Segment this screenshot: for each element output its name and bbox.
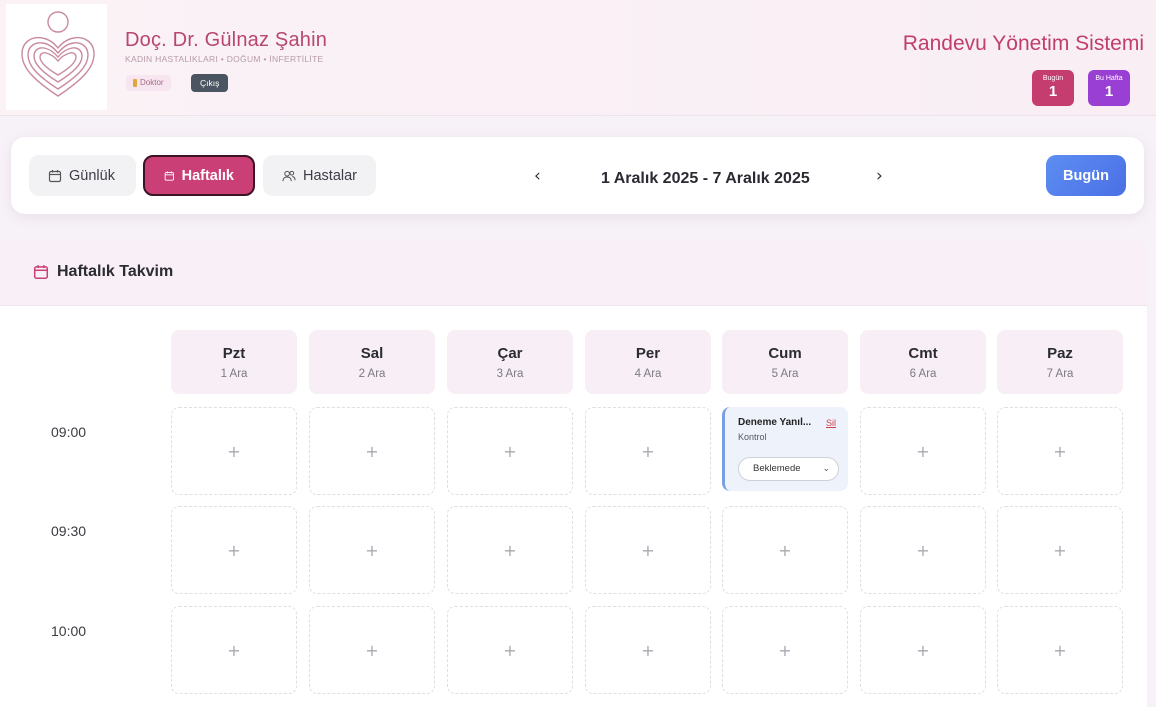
day-date: 2 Ara	[358, 368, 386, 380]
day-date: 6 Ara	[909, 368, 937, 380]
empty-slot[interactable]: +	[860, 606, 986, 694]
day-header-sat: Cmt 6 Ara	[860, 330, 986, 394]
prev-week-button[interactable]: ‹	[534, 166, 541, 186]
date-range: 1 Aralık 2025 - 7 Aralık 2025	[601, 170, 810, 187]
day-date: 5 Ara	[771, 368, 799, 380]
calendar-icon	[33, 265, 49, 280]
stat-week-value: 1	[1104, 83, 1114, 100]
users-icon	[282, 170, 296, 181]
delete-appointment-link[interactable]: Sil	[826, 417, 836, 429]
stat-today-value: 1	[1048, 83, 1058, 100]
stat-today-label: Bugün	[1042, 75, 1064, 82]
doctor-name: Doç. Dr. Gülnaz Şahin	[125, 29, 328, 51]
stat-week-label: Bu Hafta	[1095, 75, 1123, 82]
day-name: Çar	[497, 345, 523, 362]
appointment-patient: Deneme Yanıl...	[738, 417, 812, 428]
app-header: Doç. Dr. Gülnaz Şahin KADIN HASTALIKLARI…	[0, 0, 1156, 116]
calendar-icon	[48, 169, 62, 182]
empty-slot[interactable]: +	[171, 506, 297, 594]
empty-slot[interactable]: +	[309, 506, 435, 594]
day-name: Per	[635, 345, 661, 362]
appointment-card[interactable]: Deneme Yanıl... Sil Kontrol Beklemede ⌄	[722, 407, 848, 491]
day-header-mon: Pzt 1 Ara	[171, 330, 297, 394]
tab-weekly-label: Haftalık	[181, 167, 234, 184]
day-header-thu: Per 4 Ara	[585, 330, 711, 394]
empty-slot[interactable]: +	[171, 606, 297, 694]
day-date: 1 Ara	[220, 368, 248, 380]
empty-slot[interactable]: +	[860, 506, 986, 594]
empty-slot[interactable]: +	[447, 407, 573, 495]
status-value: Beklemede	[753, 463, 801, 474]
tab-weekly[interactable]: Haftalık	[143, 155, 255, 196]
calendar-title: Haftalık Takvim	[33, 262, 173, 282]
tab-patients-label: Hastalar	[303, 167, 357, 184]
empty-slot[interactable]: +	[447, 506, 573, 594]
empty-slot[interactable]: +	[309, 407, 435, 495]
day-name: Cmt	[908, 345, 938, 362]
heart-logo-icon	[21, 11, 95, 97]
day-name: Sal	[360, 345, 384, 362]
day-name: Cum	[768, 345, 802, 362]
role-badge: Doktor	[126, 75, 171, 91]
empty-slot[interactable]: +	[860, 407, 986, 495]
empty-slot[interactable]: +	[171, 407, 297, 495]
tab-daily[interactable]: Günlük	[29, 155, 136, 196]
calendar-icon	[164, 170, 174, 181]
time-label: 09:30	[51, 523, 87, 539]
empty-slot[interactable]: +	[585, 407, 711, 495]
role-label: Doktor	[140, 78, 164, 87]
view-toolbar: Günlük Haftalık Hastalar ‹ 1 Aralık 2025…	[11, 137, 1144, 214]
calendar-title-label: Haftalık Takvim	[57, 263, 174, 280]
role-icon	[133, 79, 137, 87]
appointment-type: Kontrol	[738, 432, 767, 442]
logout-button[interactable]: Çıkış	[191, 74, 229, 92]
empty-slot[interactable]: +	[309, 606, 435, 694]
empty-slot[interactable]: +	[447, 606, 573, 694]
day-header-fri: Cum 5 Ara	[722, 330, 848, 394]
time-label: 10:00	[51, 623, 87, 639]
empty-slot[interactable]: +	[997, 506, 1123, 594]
doctor-specialty: KADIN HASTALIKLARI • DOĞUM • İNFERTİLİTE	[125, 54, 324, 64]
day-header-tue: Sal 2 Ara	[309, 330, 435, 394]
weekly-calendar: Haftalık Takvim Pzt 1 Ara Sal 2 Ara Çar …	[0, 240, 1147, 707]
appointment-status-select[interactable]: Beklemede ⌄	[738, 457, 839, 481]
empty-slot[interactable]: +	[722, 606, 848, 694]
stat-week: Bu Hafta 1	[1088, 70, 1130, 106]
day-header-sun: Paz 7 Ara	[997, 330, 1123, 394]
tab-daily-label: Günlük	[69, 167, 115, 184]
time-label: 09:00	[51, 424, 87, 440]
calendar-header: Haftalık Takvim	[0, 240, 1147, 306]
empty-slot[interactable]: +	[585, 606, 711, 694]
empty-slot[interactable]: +	[585, 506, 711, 594]
stat-today: Bugün 1	[1032, 70, 1074, 106]
empty-slot[interactable]: +	[997, 606, 1123, 694]
day-header-wed: Çar 3 Ara	[447, 330, 573, 394]
day-name: Pzt	[222, 345, 246, 362]
tab-patients[interactable]: Hastalar	[263, 155, 376, 196]
empty-slot[interactable]: +	[722, 506, 848, 594]
day-date: 3 Ara	[496, 368, 524, 380]
day-date: 7 Ara	[1046, 368, 1074, 380]
next-week-button[interactable]: ›	[876, 166, 883, 186]
chevron-down-icon: ⌄	[822, 464, 830, 474]
day-name: Paz	[1047, 345, 1073, 362]
app-title: Randevu Yönetim Sistemi	[902, 32, 1144, 55]
today-button[interactable]: Bugün	[1046, 155, 1126, 196]
day-date: 4 Ara	[634, 368, 662, 380]
empty-slot[interactable]: +	[997, 407, 1123, 495]
clinic-logo	[6, 4, 107, 110]
